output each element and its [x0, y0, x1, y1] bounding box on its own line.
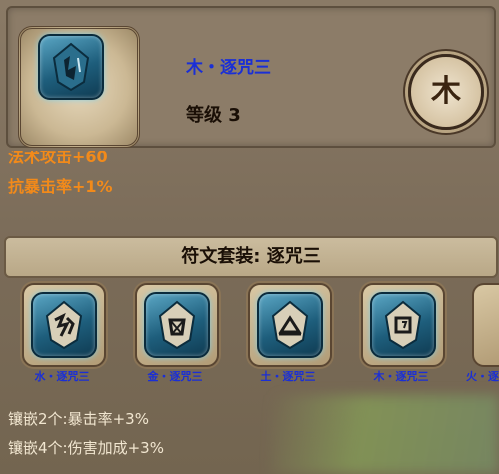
set-rune-name-earth: 土・逐咒三 — [260, 370, 316, 383]
set-rune-name-water: 水・逐咒三 — [34, 370, 90, 383]
set-rune-name-metal: 金・逐咒三 — [147, 370, 203, 383]
rune-set-header: 符文套装: 逐咒三 — [4, 236, 498, 278]
rune-level: 等级 3 — [186, 105, 241, 126]
set-bonus-2: 镶嵌2个:暴击率+3% — [8, 410, 149, 428]
set-rune-slot-earth[interactable] — [248, 283, 332, 367]
rune-header-card: 木・逐咒三 等级 3 木 — [6, 6, 496, 148]
rune-wood-icon — [370, 292, 436, 358]
rune-earth-icon — [257, 292, 323, 358]
element-seal-icon: 木 — [408, 54, 484, 130]
rune-glyph-icon[interactable] — [38, 34, 104, 100]
background-scene — [270, 395, 499, 474]
set-rune-name-fire: 火・逐咒三 — [466, 370, 499, 383]
rune-detail-panel: 木・逐咒三 等级 3 木 法术攻击+60 抗暴击率+1% 符文套装: 逐咒三 水… — [0, 0, 499, 474]
stat-crit-resist: 抗暴击率+1% — [8, 177, 113, 196]
rune-set-title: 符文套装: 逐咒三 — [181, 246, 321, 267]
set-rune-slot-wood[interactable] — [361, 283, 445, 367]
set-rune-slot-fire[interactable] — [472, 283, 499, 367]
rune-metal-icon — [144, 292, 210, 358]
set-rune-slot-water[interactable] — [22, 283, 106, 367]
set-rune-slot-metal[interactable] — [135, 283, 219, 367]
set-bonus-4: 镶嵌4个:伤害加成+3% — [8, 439, 164, 457]
rune-water-icon — [31, 292, 97, 358]
element-glyph: 木 — [431, 74, 461, 109]
set-rune-name-wood: 木・逐咒三 — [373, 370, 429, 383]
rune-title: 木・逐咒三 — [186, 58, 271, 78]
